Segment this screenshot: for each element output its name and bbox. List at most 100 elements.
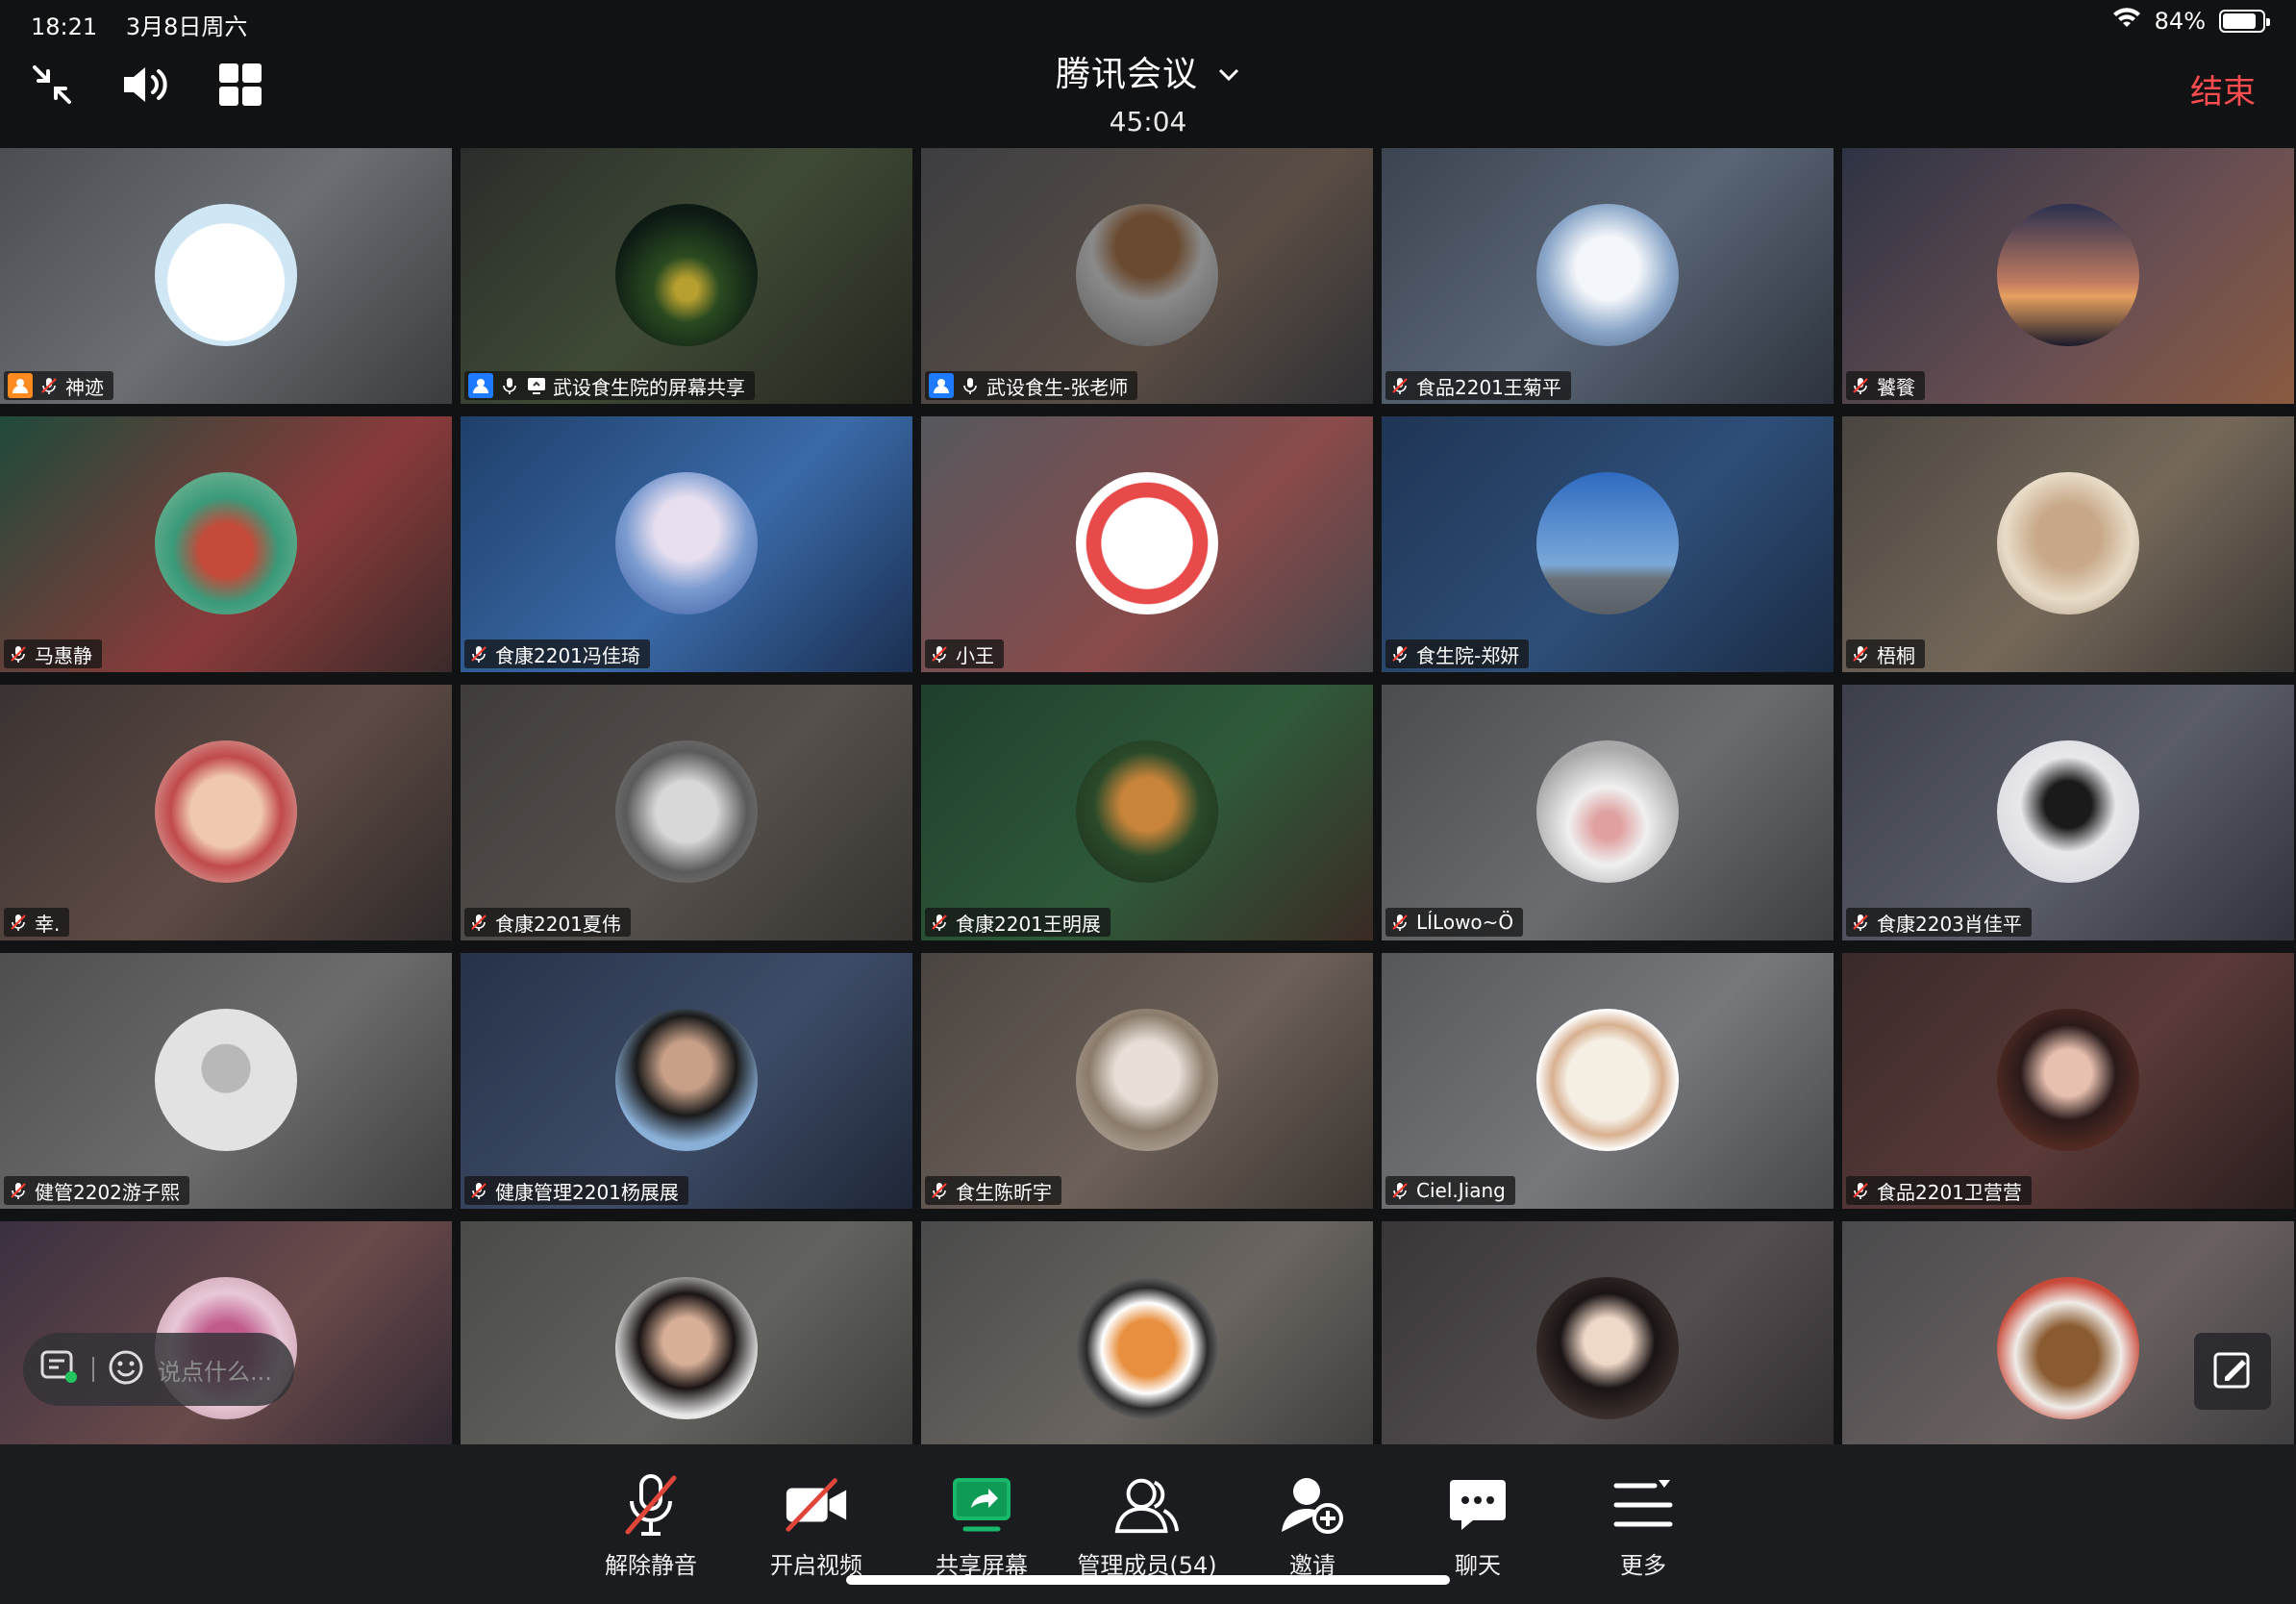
participant-avatar (1997, 740, 2139, 883)
mic-muted-icon (1850, 1180, 1871, 1201)
participant-avatar (1997, 1009, 2139, 1151)
mic-muted-icon (468, 912, 489, 933)
end-meeting-button[interactable]: 结束 (2190, 65, 2256, 113)
participant-tile[interactable]: 武设食生院的屏幕共享 (461, 148, 912, 404)
participant-tile[interactable]: 食品2201卫营营 (1842, 953, 2294, 1209)
participant-avatar (1536, 1009, 1679, 1151)
participant-tile[interactable]: 饕餮 (1842, 148, 2294, 404)
participant-name-tag: 食品2201卫营营 (1846, 1176, 2032, 1205)
participant-avatar (1076, 740, 1218, 883)
participant-name-tag: 武设食生院的屏幕共享 (464, 371, 755, 400)
participant-name-tag: 梧桐 (1846, 639, 1925, 668)
participant-name-tag: 小王 (925, 639, 1004, 668)
participant-name-tag: 食康2201冯佳琦 (464, 639, 650, 668)
mic-muted-icon (38, 375, 60, 396)
participant-tile[interactable]: 食康2203肖佳平 (1842, 685, 2294, 940)
participant-name: 食康2201冯佳琦 (495, 643, 640, 667)
participant-tile[interactable]: 食品2201王菊平 (1382, 148, 1834, 404)
participant-tile[interactable]: 幸. (0, 685, 452, 940)
toolbar-chat-button[interactable]: 聊天 (1406, 1471, 1550, 1580)
chat-icon (1444, 1471, 1511, 1539)
toolbar-more-button[interactable]: 更多 (1571, 1471, 1715, 1580)
participant-avatar (615, 1277, 758, 1419)
annotate-icon (2211, 1348, 2254, 1394)
divider (92, 1357, 94, 1382)
participant-avatar (1997, 1277, 2139, 1419)
mic-muted-icon (8, 1180, 29, 1201)
participant-tile[interactable]: LÍLowo~Ö (1382, 685, 1834, 940)
participant-tile[interactable]: 食生陈昕宇 (921, 953, 1373, 1209)
participant-name: 食康2203肖佳平 (1877, 912, 2022, 936)
mic-muted-icon (1850, 912, 1871, 933)
participant-tile[interactable]: 武设食生-张老师 (921, 148, 1373, 404)
participant-name: 梧桐 (1877, 643, 1915, 667)
mic-muted-icon (929, 912, 950, 933)
participant-tile[interactable]: 食康2201冯佳琦 (461, 416, 912, 672)
participant-tile[interactable]: 酒悦 (1382, 1221, 1834, 1477)
mic-muted-icon (8, 912, 29, 933)
participant-name-tag: 食康2203肖佳平 (1846, 908, 2032, 937)
mic-muted-icon (1389, 375, 1410, 396)
subtitle-icon[interactable] (40, 1350, 79, 1389)
participant-name-tag: 武设食生-张老师 (925, 371, 1138, 400)
participant-tile[interactable]: Ciel.Jiang (1382, 953, 1834, 1209)
participant-avatar (1997, 472, 2139, 614)
chat-placeholder[interactable]: 说点什么... (158, 1353, 272, 1387)
cohost-badge-icon (468, 373, 493, 398)
participant-avatar (155, 1009, 297, 1151)
participant-avatar (1536, 204, 1679, 346)
toolbar-share-screen-button[interactable]: 共享屏幕 (910, 1471, 1054, 1580)
home-indicator (846, 1575, 1450, 1585)
participant-tile[interactable]: 小王 (921, 416, 1373, 672)
participant-name-tag: 食康2201夏伟 (464, 908, 631, 937)
participant-name-tag: 神迹 (4, 371, 113, 400)
toolbar-camera-off-button[interactable]: 开启视频 (744, 1471, 888, 1580)
mic-icon (960, 375, 981, 396)
toolbar-label: 解除静音 (605, 1552, 697, 1579)
toolbar-mic-muted-button[interactable]: 解除静音 (579, 1471, 723, 1580)
participant-tile[interactable]: 马惠静 (0, 416, 452, 672)
participant-name-tag: LÍLowo~Ö (1385, 908, 1524, 937)
participant-name-tag: 马惠静 (4, 639, 102, 668)
emoji-icon[interactable] (108, 1349, 144, 1390)
meeting-header: 腾讯会议 45:04 结束 (0, 46, 2296, 138)
participant-avatar (615, 740, 758, 883)
mic-icon (499, 375, 520, 396)
participant-avatar (155, 472, 297, 614)
camera-off-icon (783, 1471, 850, 1539)
participant-tile[interactable]: 食生院-郑妍 (1382, 416, 1834, 672)
participant-avatar (1536, 740, 1679, 883)
members-icon (1113, 1471, 1181, 1539)
participant-tile[interactable]: 。 (461, 1221, 912, 1477)
more-icon (1610, 1471, 1677, 1539)
participant-name: LÍLowo~Ö (1416, 911, 1514, 934)
participant-name: 食品2201卫营营 (1877, 1180, 2022, 1204)
meeting-title-text: 腾讯会议 (1055, 55, 1198, 94)
participant-tile[interactable]: 食康2201王明展 (921, 685, 1373, 940)
participant-name-tag: 食生陈昕宇 (925, 1176, 1061, 1205)
participant-tile[interactable]: 梧桐 (1842, 416, 2294, 672)
battery-percent: 84% (2154, 8, 2206, 35)
participant-avatar (155, 204, 297, 346)
participant-tile[interactable]: 健康管理2201杨展展 (461, 953, 912, 1209)
participant-grid: 神迹 武设食生院的屏幕共享 武设食生-张老师 食品2201王菊平 饕餮 马惠静 食康2201… (0, 148, 2296, 1477)
participant-name: 武设食生院的屏幕共享 (553, 375, 745, 399)
participant-name-tag: 健管2202游子熙 (4, 1176, 189, 1205)
quick-chat-bar[interactable]: 说点什么... (23, 1333, 294, 1406)
participant-avatar (1536, 472, 1679, 614)
participant-name: 食康2201夏伟 (495, 912, 621, 936)
participant-tile[interactable]: 食康2201夏伟 (461, 685, 912, 940)
toolbar-invite-button[interactable]: 邀请 (1240, 1471, 1385, 1580)
participant-tile[interactable]: 健管2202游子熙 (0, 953, 452, 1209)
participant-tile[interactable]: 神迹 (0, 148, 452, 404)
mic-muted-icon (929, 1180, 950, 1201)
participant-tile[interactable]: Daydream (921, 1221, 1373, 1477)
participant-name: 食品2201王菊平 (1416, 375, 1561, 399)
annotate-button[interactable] (2194, 1333, 2271, 1410)
meeting-title[interactable]: 腾讯会议 (1056, 46, 1240, 96)
mic-muted-icon (468, 643, 489, 664)
mic-muted-icon (468, 1180, 489, 1201)
participant-name: 幸. (35, 912, 61, 936)
toolbar-members-button[interactable]: 管理成员(54) (1075, 1471, 1219, 1580)
participant-avatar (1536, 1277, 1679, 1419)
